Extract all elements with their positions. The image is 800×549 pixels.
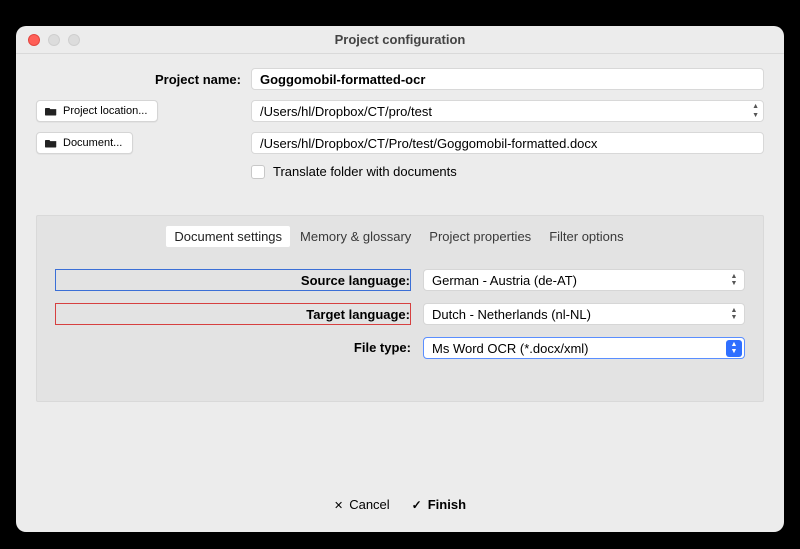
minimize-window-button[interactable]: [48, 34, 60, 46]
close-icon: [334, 497, 343, 512]
target-language-value: Dutch - Netherlands (nl-NL): [432, 307, 591, 322]
chevron-updown-icon: ▲▼: [726, 306, 742, 323]
document-btn-label: Document...: [63, 137, 122, 149]
project-name-input[interactable]: Goggomobil-formatted-ocr: [251, 68, 764, 90]
source-language-label: Source language:: [55, 269, 411, 291]
finish-label: Finish: [428, 497, 466, 512]
tab-document-settings[interactable]: Document settings: [166, 226, 290, 247]
target-language-label: Target language:: [55, 303, 411, 325]
file-type-combo[interactable]: Ms Word OCR (*.docx/xml) ▲▼: [423, 337, 745, 359]
project-location-value: /Users/hl/Dropbox/CT/pro/test: [260, 104, 432, 119]
document-row: Document... /Users/hl/Dropbox/CT/Pro/tes…: [36, 132, 764, 154]
project-name-value: Goggomobil-formatted-ocr: [260, 72, 425, 87]
project-location-button[interactable]: Project location...: [36, 100, 158, 122]
tab-project-properties[interactable]: Project properties: [421, 226, 539, 247]
project-name-row: Project name: Goggomobil-formatted-ocr: [36, 68, 764, 90]
tab-filter-options[interactable]: Filter options: [541, 226, 631, 247]
source-language-combo[interactable]: German - Austria (de-AT) ▲▼: [423, 269, 745, 291]
translate-folder-checkbox[interactable]: [251, 165, 265, 179]
titlebar: Project configuration: [16, 26, 784, 54]
tab-memory-glossary[interactable]: Memory & glossary: [292, 226, 419, 247]
folder-icon: [45, 138, 57, 148]
chevron-updown-icon: ▲▼: [726, 272, 742, 289]
cancel-label: Cancel: [349, 497, 389, 512]
cancel-button[interactable]: Cancel: [334, 497, 390, 512]
file-type-row: File type: Ms Word OCR (*.docx/xml) ▲▼: [37, 337, 763, 359]
file-type-label: File type:: [55, 337, 411, 359]
dialog-footer: Cancel Finish: [16, 497, 784, 512]
project-location-btn-label: Project location...: [63, 105, 147, 117]
zoom-window-button[interactable]: [68, 34, 80, 46]
project-location-row: Project location... /Users/hl/Dropbox/CT…: [36, 100, 764, 122]
folder-icon: [45, 106, 57, 116]
project-name-label: Project name:: [36, 72, 241, 87]
close-window-button[interactable]: [28, 34, 40, 46]
tab-bar: Document settings Memory & glossary Proj…: [37, 226, 763, 247]
source-language-value: German - Austria (de-AT): [432, 273, 577, 288]
target-language-row: Target language: Dutch - Netherlands (nl…: [37, 303, 763, 325]
document-input[interactable]: /Users/hl/Dropbox/CT/Pro/test/Goggomobil…: [251, 132, 764, 154]
window-title: Project configuration: [16, 32, 784, 47]
document-button[interactable]: Document...: [36, 132, 133, 154]
translate-folder-label: Translate folder with documents: [273, 164, 457, 179]
file-type-value: Ms Word OCR (*.docx/xml): [432, 341, 589, 356]
document-value: /Users/hl/Dropbox/CT/Pro/test/Goggomobil…: [260, 136, 597, 151]
dialog-content: Project name: Goggomobil-formatted-ocr P…: [16, 54, 784, 402]
settings-panel: Document settings Memory & glossary Proj…: [36, 215, 764, 402]
target-language-combo[interactable]: Dutch - Netherlands (nl-NL) ▲▼: [423, 303, 745, 325]
check-icon: [412, 497, 422, 512]
chevron-updown-icon: ▲▼: [726, 340, 742, 357]
project-location-input[interactable]: /Users/hl/Dropbox/CT/pro/test ▲▼: [251, 100, 764, 122]
stepper-icon: ▲▼: [752, 103, 759, 119]
dialog-window: Project configuration Project name: Gogg…: [16, 26, 784, 532]
source-language-row: Source language: German - Austria (de-AT…: [37, 269, 763, 291]
window-controls: [16, 34, 80, 46]
translate-folder-row: Translate folder with documents: [251, 164, 764, 179]
finish-button[interactable]: Finish: [412, 497, 466, 512]
